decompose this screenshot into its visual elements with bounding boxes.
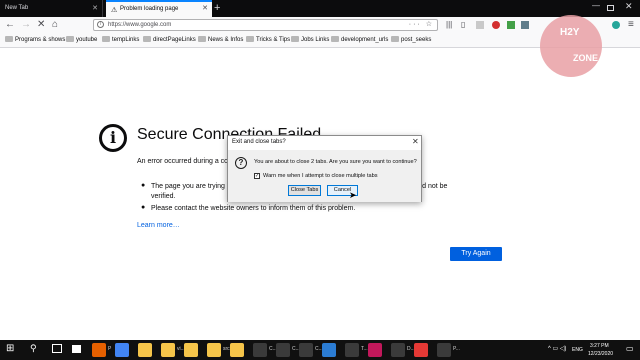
app-label: src bbox=[223, 346, 230, 352]
warning-icon: ⚠ bbox=[111, 7, 118, 14]
clock-date[interactable]: 12/23/2020 bbox=[588, 351, 613, 357]
home-icon[interactable]: ⌂ bbox=[52, 17, 58, 32]
app-icon bbox=[276, 343, 290, 357]
language-indicator[interactable]: ENG bbox=[572, 347, 583, 353]
app-icon bbox=[437, 343, 451, 357]
app-icon bbox=[161, 343, 175, 357]
folder-icon bbox=[331, 36, 339, 42]
forward-icon[interactable]: → bbox=[21, 17, 31, 32]
bookmark-folder[interactable]: Tricks & Tips bbox=[246, 36, 290, 43]
tab-new-tab[interactable]: New Tab ✕ bbox=[0, 0, 103, 17]
reload-icon[interactable]: ✕ bbox=[37, 17, 45, 32]
error-info-icon: i bbox=[99, 124, 127, 152]
mouse-cursor-icon: ➤ bbox=[349, 190, 357, 200]
new-tab-button[interactable]: + bbox=[214, 0, 220, 16]
back-icon[interactable]: ← bbox=[5, 17, 15, 32]
download-extension-icon[interactable] bbox=[507, 21, 515, 29]
dialog-message: You are about to close 2 tabs. Are you s… bbox=[254, 159, 417, 165]
dialog-body: ? You are about to close 2 tabs. Are you… bbox=[228, 150, 421, 202]
tab-problem-loading[interactable]: ⚠ Problem loading page ✕ bbox=[106, 0, 212, 17]
app-icon bbox=[184, 343, 198, 357]
taskbar: ⊞ ⚲ Pvi... src C... C... C... T... D... P... ^ … bbox=[0, 340, 640, 360]
tab-label: Problem loading page bbox=[120, 6, 179, 12]
library-icon[interactable]: ||| bbox=[446, 17, 452, 32]
bookmark-folder[interactable]: tempLinks bbox=[102, 36, 139, 43]
folder-icon bbox=[291, 36, 299, 42]
app-icon bbox=[230, 343, 244, 357]
bookmark-folder[interactable]: post_seeks bbox=[391, 36, 431, 43]
bullet-icon: ● bbox=[141, 182, 146, 189]
folder-icon bbox=[391, 36, 399, 42]
close-tabs-dialog: Exit and close tabs? ✕ ? You are about t… bbox=[227, 135, 422, 202]
app-icon bbox=[207, 343, 221, 357]
adblock-icon[interactable] bbox=[492, 21, 500, 29]
bullet-text: Please contact the website owners to inf… bbox=[151, 205, 356, 212]
app-icon bbox=[345, 343, 359, 357]
app-label: T... bbox=[361, 346, 368, 352]
app-icon bbox=[414, 343, 428, 357]
search-icon[interactable]: ⚲ bbox=[30, 343, 37, 354]
tab-close-icon[interactable]: ✕ bbox=[202, 2, 208, 16]
bullet-text: The page you are trying bbox=[151, 183, 225, 190]
close-icon[interactable]: ✕ bbox=[412, 137, 419, 146]
warn-checkbox[interactable]: ✓ bbox=[254, 173, 260, 179]
bookmark-folder[interactable]: Jobs Links bbox=[291, 36, 329, 43]
app-icon bbox=[115, 343, 129, 357]
watermark-text: H2Y bbox=[560, 27, 580, 38]
minimize-icon[interactable]: — bbox=[592, 1, 600, 10]
warn-checkbox-label[interactable]: Warn me when I attempt to close multiple… bbox=[263, 173, 378, 179]
learn-more-link[interactable]: Learn more… bbox=[137, 222, 180, 229]
tab-close-icon[interactable]: ✕ bbox=[92, 0, 98, 17]
question-icon: ? bbox=[235, 157, 247, 169]
folder-icon bbox=[246, 36, 254, 42]
menu-icon[interactable]: ≡ bbox=[628, 17, 634, 32]
notification-icon[interactable]: ▭ bbox=[626, 344, 634, 353]
bookmark-folder[interactable]: directPageLinks bbox=[143, 36, 196, 43]
app-icon bbox=[253, 343, 267, 357]
app-label: P bbox=[108, 346, 112, 352]
bookmark-folder[interactable]: development_urls bbox=[331, 36, 388, 43]
maximize-icon[interactable] bbox=[607, 5, 614, 11]
folder-icon bbox=[143, 36, 151, 42]
folder-icon bbox=[5, 36, 13, 42]
extension-icon[interactable] bbox=[521, 21, 529, 29]
clock-time[interactable]: 3:27 PM bbox=[590, 343, 609, 349]
bullet-text: verified. bbox=[151, 193, 176, 200]
app-label: P... bbox=[453, 346, 460, 352]
info-icon[interactable]: i bbox=[97, 21, 104, 28]
bookmark-folder[interactable]: youtube bbox=[66, 36, 97, 43]
profile-icon[interactable] bbox=[612, 21, 620, 29]
app-icon bbox=[138, 343, 152, 357]
app-icon bbox=[299, 343, 313, 357]
url-text: https://www.google.com bbox=[108, 22, 172, 28]
tab-label: New Tab bbox=[5, 5, 29, 11]
sidebar-icon[interactable]: ▯ bbox=[461, 17, 465, 32]
page-actions-icon[interactable]: ··· ☆ bbox=[409, 20, 434, 30]
app-icon bbox=[322, 343, 336, 357]
url-bar[interactable]: i https://www.google.com ··· ☆ bbox=[93, 19, 438, 31]
bookmark-folder[interactable]: Programs & shows bbox=[5, 36, 65, 43]
task-view-icon[interactable] bbox=[52, 344, 62, 353]
bookmark-folder[interactable]: News & Infos bbox=[198, 36, 243, 43]
folder-icon bbox=[66, 36, 74, 42]
error-description: An error occurred during a co bbox=[137, 158, 229, 165]
tray-icons[interactable]: ^ ▭ ◁) bbox=[548, 345, 566, 352]
close-tabs-button[interactable]: Close Tabs bbox=[288, 185, 321, 196]
folder-icon bbox=[102, 36, 110, 42]
store-icon[interactable] bbox=[72, 345, 81, 353]
app-icon bbox=[92, 343, 106, 357]
tab-strip: New Tab ✕ ⚠ Problem loading page ✕ + — ✕ bbox=[0, 0, 640, 17]
dialog-title: Exit and close tabs? bbox=[232, 139, 286, 145]
watermark-text: ZONE bbox=[573, 53, 599, 63]
app-icon bbox=[391, 343, 405, 357]
folder-icon bbox=[198, 36, 206, 42]
bullet-icon: ● bbox=[141, 204, 146, 211]
extension-icon[interactable] bbox=[476, 21, 484, 29]
watermark-logo bbox=[540, 15, 602, 77]
app-icon bbox=[368, 343, 382, 357]
close-window-icon[interactable]: ✕ bbox=[625, 1, 633, 12]
try-again-button[interactable]: Try Again bbox=[450, 247, 502, 261]
windows-start-icon[interactable]: ⊞ bbox=[6, 343, 14, 354]
